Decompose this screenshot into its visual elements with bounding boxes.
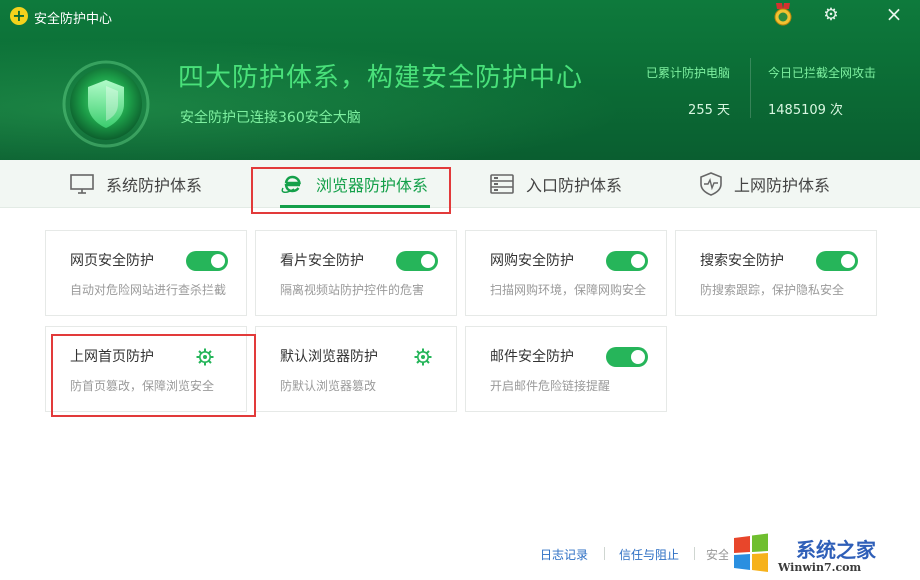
stat-protected-days: 已累计防护电脑 255 天: [646, 64, 730, 118]
close-icon[interactable]: ×: [884, 4, 904, 24]
default-browser-settings-gear-icon[interactable]: [414, 348, 432, 366]
card-description: 自动对危险网站进行查杀拦截: [70, 283, 227, 297]
card-description: 开启邮件危险链接提醒: [490, 379, 611, 393]
search-protection-toggle[interactable]: [816, 251, 858, 271]
stat-value: 255 天: [688, 103, 730, 118]
card-default-browser-protection: 默认浏览器防护 防默认浏览器篡改: [255, 326, 457, 412]
webpage-protection-toggle[interactable]: [186, 251, 228, 271]
shopping-protection-toggle[interactable]: [606, 251, 648, 271]
monitor-icon: [70, 174, 94, 194]
card-description: 隔离视频站防护控件的危害: [280, 283, 425, 297]
tab-online-protection[interactable]: 上网防护体系: [700, 160, 830, 208]
app-plus-icon: +: [10, 7, 28, 25]
hero-title: 四大防护体系，构建安全防护中心: [178, 63, 584, 93]
toggle-knob: [841, 254, 855, 268]
footer-separator: [604, 547, 605, 560]
toggle-knob: [631, 254, 645, 268]
mail-protection-toggle[interactable]: [606, 347, 648, 367]
truncated-footer-link[interactable]: 安全: [706, 546, 730, 563]
header-banner: + 安全防护中心 ⚙ × 四大防护体系，构建安全防护中心 安全防护已连接360安…: [0, 0, 920, 160]
homepage-settings-gear-icon[interactable]: [196, 348, 214, 366]
card-shopping-protection: 网购安全防护 扫描网购环境，保障网购安全: [465, 230, 667, 316]
toggle-knob: [421, 254, 435, 268]
card-title: 网购安全防护: [490, 253, 574, 269]
stat-divider: [750, 58, 751, 118]
toggle-knob: [631, 350, 645, 364]
hero-subtitle: 安全防护已连接360安全大脑: [180, 110, 361, 126]
card-title: 上网首页防护: [70, 349, 154, 365]
tab-bar: 系统防护体系 浏览器防护体系 入口防护体系 上网防护体系: [0, 160, 920, 208]
card-homepage-protection: 上网首页防护 防首页篡改，保障浏览安全: [45, 326, 247, 412]
shield-pulse-icon: [700, 172, 722, 196]
card-description: 防首页篡改，保障浏览安全: [70, 379, 215, 393]
card-video-protection: 看片安全防护 隔离视频站防护控件的危害: [255, 230, 457, 316]
card-search-protection: 搜索安全防护 防搜索跟踪，保护隐私安全: [675, 230, 877, 316]
settings-gear-icon[interactable]: ⚙: [822, 6, 840, 24]
card-title: 搜索安全防护: [700, 253, 784, 269]
footer-separator: [694, 547, 695, 560]
active-tab-indicator: [280, 205, 430, 208]
card-description: 防搜索跟踪，保护隐私安全: [700, 283, 845, 297]
card-webpage-protection: 网页安全防护 自动对危险网站进行查杀拦截: [45, 230, 247, 316]
card-title: 邮件安全防护: [490, 349, 574, 365]
stat-label: 已累计防护电脑: [646, 66, 731, 80]
video-protection-toggle[interactable]: [396, 251, 438, 271]
tab-label: 系统防护体系: [106, 176, 203, 195]
card-description: 防默认浏览器篡改: [280, 379, 377, 393]
stat-blocked-attacks: 今日已拦截全网攻击 1485109 次: [768, 64, 876, 118]
browser-e-icon: [281, 175, 301, 193]
toggle-knob: [211, 254, 225, 268]
tab-label: 入口防护体系: [526, 176, 623, 195]
watermark-url: Winwin7.com: [778, 561, 862, 574]
tab-browser-protection[interactable]: 浏览器防护体系: [280, 160, 428, 208]
window-title: 安全防护中心: [34, 12, 113, 27]
stat-label: 今日已拦截全网攻击: [768, 66, 877, 80]
watermark-text: 系统之家: [796, 538, 876, 562]
stat-value: 1485109 次: [768, 103, 844, 118]
card-mail-protection: 邮件安全防护 开启邮件危险链接提醒: [465, 326, 667, 412]
card-description: 扫描网购环境，保障网购安全: [490, 283, 647, 297]
medal-icon[interactable]: [772, 3, 794, 27]
tab-label: 浏览器防护体系: [316, 176, 429, 195]
tab-system-protection[interactable]: 系统防护体系: [70, 160, 202, 208]
tab-entry-protection[interactable]: 入口防护体系: [490, 160, 622, 208]
card-title: 网页安全防护: [70, 253, 154, 269]
tab-label: 上网防护体系: [734, 176, 831, 195]
entry-icon: [490, 174, 514, 194]
card-title: 看片安全防护: [280, 253, 364, 269]
green-shield-icon: [62, 60, 150, 148]
log-records-link[interactable]: 日志记录: [540, 546, 588, 563]
trust-block-link[interactable]: 信任与阻止: [619, 546, 679, 563]
card-title: 默认浏览器防护: [280, 349, 378, 365]
